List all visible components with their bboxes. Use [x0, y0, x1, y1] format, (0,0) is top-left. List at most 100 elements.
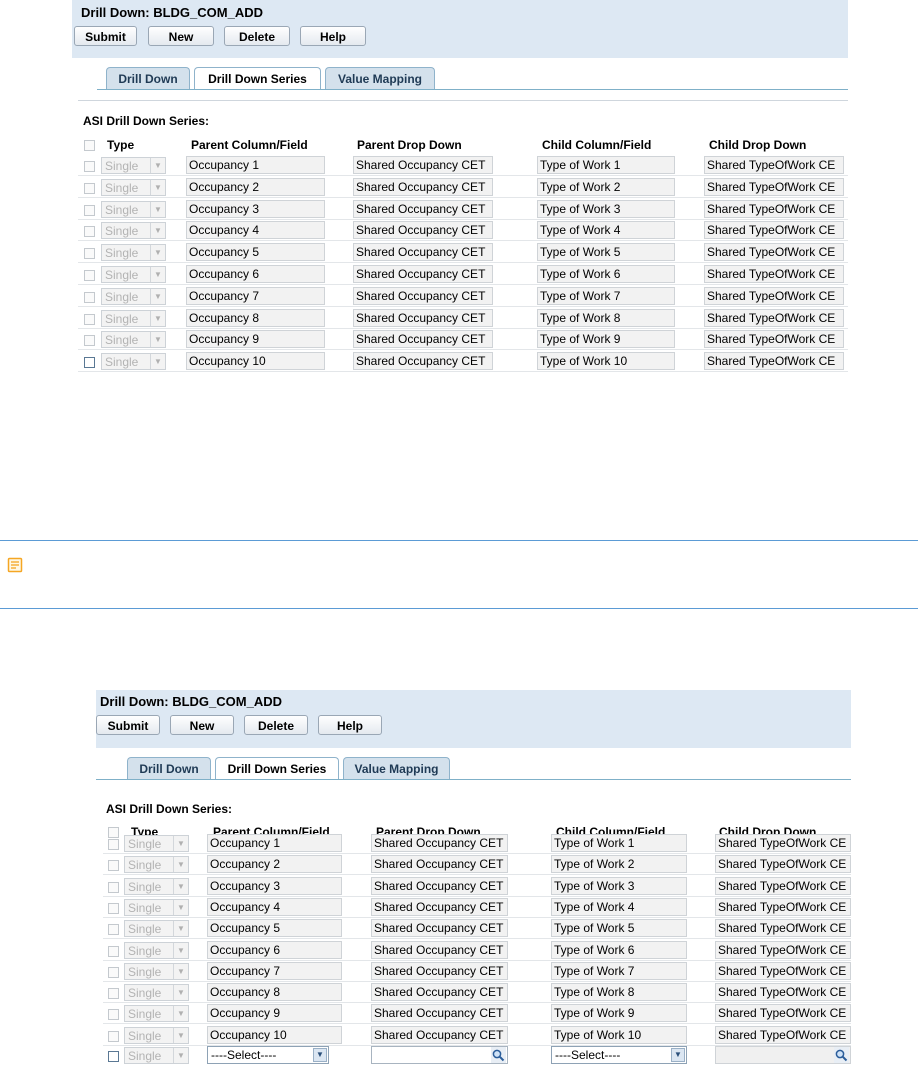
parent-field[interactable]: Occupancy 3: [207, 876, 342, 895]
row-checkbox[interactable]: [108, 902, 119, 914]
child-field[interactable]: Type of Work 3: [537, 199, 675, 218]
parent-dropdown-field[interactable]: Shared Occupancy CET: [371, 940, 508, 959]
type-select[interactable]: Single ▼: [101, 331, 166, 349]
row-checkbox[interactable]: [84, 161, 95, 172]
tab-drill-down[interactable]: Drill Down: [127, 757, 211, 779]
delete-button[interactable]: Delete: [244, 715, 308, 735]
type-select[interactable]: Single ▼: [124, 835, 189, 852]
parent-field[interactable]: Occupancy 9: [186, 330, 325, 349]
child-field[interactable]: Type of Work 8: [551, 983, 687, 1002]
parent-field[interactable]: Occupancy 4: [186, 221, 325, 240]
search-icon[interactable]: [834, 1047, 849, 1063]
select-all-checkbox[interactable]: [84, 140, 95, 151]
parent-field[interactable]: Occupancy 5: [207, 919, 342, 938]
type-select[interactable]: Single ▼: [124, 920, 189, 938]
type-select[interactable]: Single ▼: [101, 287, 166, 305]
row-checkbox[interactable]: [108, 1009, 119, 1021]
parent-dropdown-field[interactable]: Shared Occupancy CET: [371, 961, 508, 980]
parent-field[interactable]: Occupancy 3: [186, 199, 325, 218]
type-select[interactable]: Single ▼: [124, 984, 189, 1002]
row-checkbox[interactable]: [84, 335, 95, 347]
type-select[interactable]: Single ▼: [124, 898, 189, 916]
child-field[interactable]: Type of Work 6: [551, 940, 687, 959]
child-dropdown-field[interactable]: Shared TypeOfWork CE: [715, 940, 851, 959]
help-button[interactable]: Help: [300, 26, 366, 46]
child-field[interactable]: Type of Work 3: [551, 876, 687, 895]
child-field[interactable]: Type of Work 7: [537, 286, 675, 305]
child-field[interactable]: Type of Work 2: [551, 855, 687, 874]
row-checkbox[interactable]: [84, 313, 95, 325]
child-field[interactable]: Type of Work 4: [537, 221, 675, 240]
parent-field[interactable]: Occupancy 2: [186, 177, 325, 196]
type-select[interactable]: Single ▼: [101, 157, 166, 174]
type-select[interactable]: Single ▼: [124, 877, 189, 895]
submit-button[interactable]: Submit: [74, 26, 137, 46]
child-field[interactable]: Type of Work 10: [551, 1025, 687, 1044]
parent-field[interactable]: Occupancy 10: [186, 352, 325, 371]
parent-field[interactable]: Occupancy 6: [207, 940, 342, 959]
type-select[interactable]: Single ▼: [101, 244, 166, 262]
parent-dropdown-field[interactable]: Shared Occupancy CET: [371, 1004, 508, 1023]
row-checkbox[interactable]: [84, 248, 95, 260]
delete-button[interactable]: Delete: [224, 26, 290, 46]
parent-field[interactable]: Occupancy 7: [207, 961, 342, 980]
child-field[interactable]: Type of Work 1: [537, 156, 675, 174]
search-icon[interactable]: [491, 1047, 506, 1063]
type-select[interactable]: Single ▼: [101, 222, 166, 240]
type-select[interactable]: Single ▼: [124, 941, 189, 959]
parent-dropdown-field[interactable]: Shared Occupancy CET: [371, 876, 508, 895]
type-select[interactable]: Single ▼: [124, 856, 189, 874]
row-checkbox[interactable]: [108, 860, 119, 872]
row-checkbox[interactable]: [84, 226, 95, 238]
row-checkbox[interactable]: [84, 291, 95, 303]
type-select[interactable]: Single ▼: [101, 353, 166, 371]
child-dropdown-field[interactable]: Shared TypeOfWork CE: [715, 855, 851, 874]
child-field[interactable]: Type of Work 9: [551, 1004, 687, 1023]
parent-field[interactable]: Occupancy 8: [207, 983, 342, 1002]
type-select[interactable]: Single ▼: [101, 178, 166, 196]
parent-field[interactable]: Occupancy 9: [207, 1004, 342, 1023]
parent-dropdown-field[interactable]: Shared Occupancy CET: [371, 919, 508, 938]
child-dropdown-field[interactable]: Shared TypeOfWork CE: [704, 352, 844, 371]
child-dropdown-lookup-field[interactable]: [715, 1046, 851, 1064]
child-dropdown-field[interactable]: Shared TypeOfWork CE: [704, 330, 844, 349]
child-field[interactable]: Type of Work 9: [537, 330, 675, 349]
parent-dropdown-field[interactable]: Shared Occupancy CET: [353, 308, 493, 327]
type-select[interactable]: Single ▼: [124, 1047, 189, 1064]
parent-dropdown-field[interactable]: Shared Occupancy CET: [371, 834, 508, 852]
child-dropdown-field[interactable]: Shared TypeOfWork CE: [715, 961, 851, 980]
row-checkbox[interactable]: [108, 839, 119, 850]
row-checkbox[interactable]: [84, 204, 95, 216]
submit-button[interactable]: Submit: [96, 715, 160, 735]
parent-field[interactable]: Occupancy 5: [186, 243, 325, 262]
parent-field[interactable]: Occupancy 6: [186, 265, 325, 283]
child-field[interactable]: Type of Work 7: [551, 961, 687, 980]
new-button[interactable]: New: [148, 26, 214, 46]
type-select[interactable]: Single ▼: [101, 266, 166, 283]
child-field[interactable]: Type of Work 10: [537, 352, 675, 371]
row-checkbox[interactable]: [84, 270, 95, 281]
parent-dropdown-field[interactable]: Shared Occupancy CET: [371, 855, 508, 874]
parent-dropdown-field[interactable]: Shared Occupancy CET: [353, 330, 493, 349]
type-select[interactable]: Single ▼: [101, 200, 166, 218]
parent-dropdown-field[interactable]: Shared Occupancy CET: [371, 983, 508, 1002]
row-checkbox[interactable]: [108, 881, 119, 893]
row-checkbox[interactable]: [108, 988, 119, 1000]
child-field[interactable]: Type of Work 1: [551, 834, 687, 852]
parent-field[interactable]: Occupancy 7: [186, 286, 325, 305]
child-dropdown-field[interactable]: Shared TypeOfWork CE: [715, 983, 851, 1002]
parent-field[interactable]: Occupancy 1: [186, 156, 325, 174]
type-select[interactable]: Single ▼: [124, 962, 189, 980]
row-checkbox[interactable]: [108, 924, 119, 936]
parent-dropdown-field[interactable]: Shared Occupancy CET: [353, 221, 493, 240]
parent-dropdown-lookup-field[interactable]: [371, 1046, 508, 1064]
new-button[interactable]: New: [170, 715, 234, 735]
tab-drill-down[interactable]: Drill Down: [106, 67, 190, 89]
parent-dropdown-field[interactable]: Shared Occupancy CET: [353, 199, 493, 218]
child-dropdown-field[interactable]: Shared TypeOfWork CE: [704, 265, 844, 283]
row-checkbox[interactable]: [108, 1051, 119, 1062]
tab-drill-down-series[interactable]: Drill Down Series: [215, 757, 339, 780]
child-field[interactable]: Type of Work 2: [537, 177, 675, 196]
child-field[interactable]: Type of Work 5: [551, 919, 687, 938]
child-dropdown-field[interactable]: Shared TypeOfWork CE: [704, 199, 844, 218]
